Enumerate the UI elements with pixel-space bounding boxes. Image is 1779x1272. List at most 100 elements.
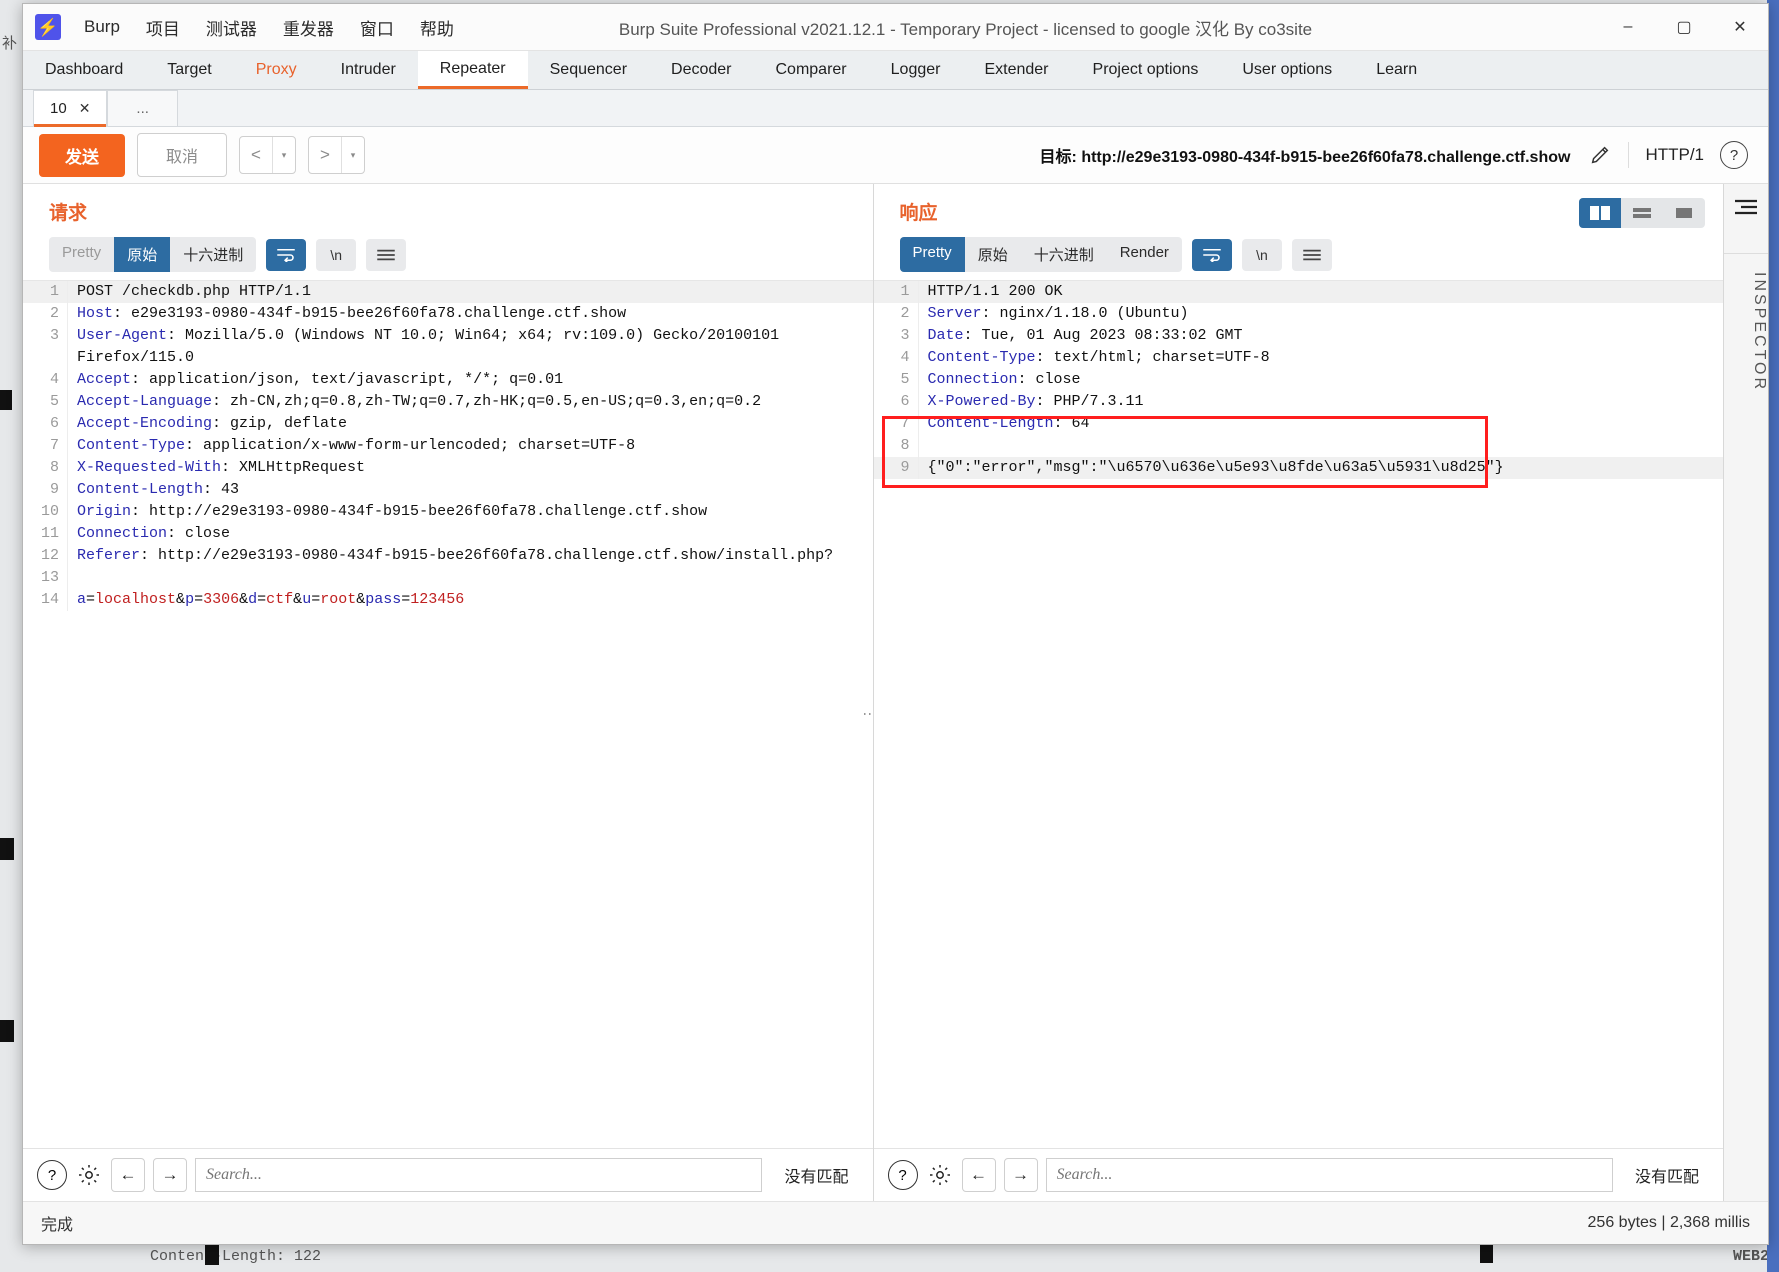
tab-target[interactable]: Target [145, 51, 233, 89]
status-bar: 完成 256 bytes | 2,368 millis [23, 1201, 1768, 1244]
repeater-tab-new[interactable]: ... [107, 90, 178, 126]
line-text: Accept: application/json, text/javascrip… [77, 371, 564, 388]
tab-intruder[interactable]: Intruder [319, 51, 418, 89]
line-number: 10 [23, 501, 68, 523]
menu-item-window[interactable]: 窗口 [347, 11, 407, 44]
code-line: Firefox/115.0 [23, 347, 873, 369]
tab-sequencer[interactable]: Sequencer [528, 51, 649, 89]
line-number: 3 [874, 325, 919, 347]
tab-decoder[interactable]: Decoder [649, 51, 753, 89]
minimize-button[interactable]: – [1600, 4, 1656, 50]
chevron-down-icon[interactable]: ▾ [273, 137, 295, 173]
line-number: 9 [874, 457, 919, 479]
line-text: Accept-Encoding: gzip, deflate [77, 415, 348, 432]
code-line: 3 Date: Tue, 01 Aug 2023 08:33:02 GMT [874, 325, 1724, 347]
line-number: 12 [23, 545, 68, 567]
close-button[interactable]: ✕ [1712, 4, 1768, 50]
line-text: Server: nginx/1.18.0 (Ubuntu) [927, 305, 1189, 322]
request-search-bar: ? ← → 没有匹配 [23, 1148, 873, 1201]
repeater-tab-10[interactable]: 10 ✕ [33, 90, 108, 127]
line-number: 3 [23, 325, 68, 347]
request-view-toolbar: Pretty 原始 十六进制 \n [49, 237, 873, 272]
menu-item-repeater[interactable]: 重发器 [270, 11, 347, 44]
help-icon-2[interactable]: ? [887, 1160, 918, 1190]
line-number: 1 [23, 281, 68, 303]
behind-side-label: 补 [2, 36, 18, 53]
response-tab-pretty[interactable]: Pretty [899, 237, 965, 272]
menu-bar: Burp 项目 测试器 重发器 窗口 帮助 [71, 11, 467, 44]
inspector-collapse-icon[interactable] [1733, 184, 1759, 233]
main-tab-bar: Dashboard Target Proxy Intruder Repeater… [23, 51, 1768, 90]
line-text: Content-Type: text/html; charset=UTF-8 [927, 349, 1270, 366]
menu-item-burp[interactable]: Burp [71, 13, 133, 41]
pane-drag-handle[interactable]: ⋮ [863, 707, 873, 723]
body-area: 请求 Pretty 原始 十六进制 \n 1 POST /checkdb.php… [23, 184, 1768, 1201]
chevron-down-icon-2[interactable]: ▾ [342, 137, 364, 173]
close-icon[interactable]: ✕ [79, 100, 91, 117]
side-by-side-layout-button[interactable] [1579, 198, 1621, 228]
menu-item-help[interactable]: 帮助 [407, 11, 467, 44]
history-forward-icon[interactable]: > [309, 137, 341, 173]
target-prefix: 目标: [1039, 149, 1082, 166]
line-number: 11 [23, 523, 68, 545]
response-pane: 响应 Pretty 原始 十六进制 Render \n 1 HTTP/1.1 2… [873, 184, 1724, 1201]
response-tab-raw[interactable]: 原始 [965, 237, 1021, 272]
tab-dashboard[interactable]: Dashboard [23, 51, 145, 89]
newline-icon[interactable]: \n [316, 238, 357, 271]
line-text [919, 435, 928, 457]
gear-icon-2[interactable] [926, 1161, 954, 1189]
search-next-button-2[interactable]: → [1003, 1158, 1038, 1192]
target-url: http://e29e3193-0980-434f-b915-bee26f60f… [1081, 149, 1571, 166]
code-line: 4 Content-Type: text/html; charset=UTF-8 [874, 347, 1724, 369]
search-prev-button-2[interactable]: ← [961, 1158, 996, 1192]
word-wrap-icon[interactable] [266, 238, 307, 271]
help-icon[interactable]: ? [1720, 141, 1748, 169]
response-tab-hex[interactable]: 十六进制 [1021, 237, 1107, 272]
request-tab-hex[interactable]: 十六进制 [170, 237, 256, 272]
gear-icon[interactable] [75, 1161, 103, 1189]
help-icon[interactable]: ? [37, 1160, 67, 1190]
send-button[interactable]: 发送 [39, 133, 125, 177]
word-wrap-icon-2[interactable] [1191, 238, 1232, 271]
http-version-selector[interactable]: HTTP/1 [1629, 145, 1720, 165]
request-tab-pretty[interactable]: Pretty [49, 237, 114, 272]
hamburger-menu-icon-2[interactable] [1291, 238, 1332, 271]
tab-repeater[interactable]: Repeater [417, 51, 528, 89]
code-line: 10 Origin: http://e29e3193-0980-434f-b915… [23, 501, 873, 523]
tab-logger[interactable]: Logger [869, 51, 963, 89]
tab-user-options[interactable]: User options [1220, 51, 1354, 89]
request-tab-raw[interactable]: 原始 [114, 237, 171, 272]
code-line: 5 Connection: close [874, 369, 1724, 391]
history-forward-split-button[interactable]: > ▾ [308, 136, 366, 174]
request-header: 请求 [23, 184, 873, 225]
response-editor[interactable]: 1 HTTP/1.1 200 OK 2 Server: nginx/1.18.0 (U… [873, 280, 1724, 1148]
history-back-split-button[interactable]: < ▾ [239, 136, 297, 174]
search-prev-button[interactable]: ← [111, 1158, 145, 1192]
menu-item-project[interactable]: 项目 [133, 11, 193, 44]
newline-icon-2[interactable]: \n [1241, 238, 1282, 271]
tab-extender[interactable]: Extender [962, 51, 1070, 89]
behind-marker-5 [0, 390, 12, 410]
maximize-button[interactable]: ▢ [1656, 4, 1712, 50]
request-editor[interactable]: 1 POST /checkdb.php HTTP/1.1 2 Host: e29e31… [23, 280, 873, 1148]
single-pane-layout-button[interactable] [1663, 198, 1705, 228]
line-number: 6 [874, 391, 919, 413]
response-tab-render[interactable]: Render [1107, 237, 1182, 272]
tab-learn[interactable]: Learn [1354, 51, 1439, 89]
hamburger-menu-icon[interactable] [366, 238, 407, 271]
pencil-edit-icon[interactable] [1588, 143, 1612, 167]
target-label: 目标: http://e29e3193-0980-434f-b915-bee26… [1040, 143, 1571, 167]
history-back-icon[interactable]: < [240, 137, 272, 173]
tab-proxy[interactable]: Proxy [234, 51, 319, 89]
tab-comparer[interactable]: Comparer [754, 51, 869, 89]
tab-project-options[interactable]: Project options [1071, 51, 1221, 89]
menu-item-intruder[interactable]: 测试器 [193, 11, 270, 44]
code-line: 1 POST /checkdb.php HTTP/1.1 [23, 281, 873, 303]
line-number: 5 [874, 369, 919, 391]
request-search-input[interactable] [195, 1158, 763, 1192]
cancel-button[interactable]: 取消 [137, 133, 228, 177]
response-search-input[interactable] [1045, 1158, 1613, 1192]
stacked-layout-button[interactable] [1621, 198, 1663, 228]
search-next-button[interactable]: → [153, 1158, 187, 1192]
inspector-rail[interactable]: INSPECTOR [1723, 184, 1768, 1201]
